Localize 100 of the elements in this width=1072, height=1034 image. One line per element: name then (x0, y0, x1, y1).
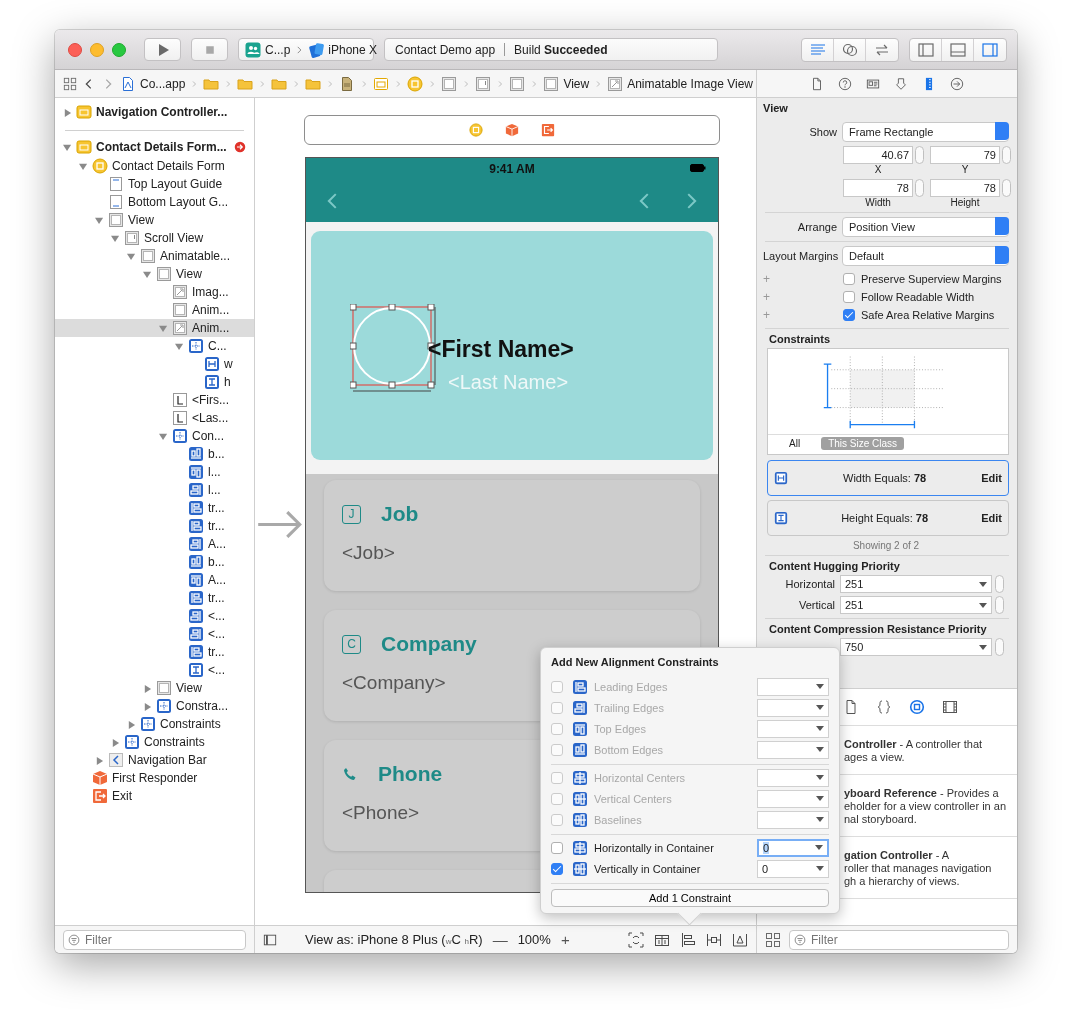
edit-link[interactable]: Edit (981, 472, 1002, 484)
circle-square-tab[interactable] (907, 697, 927, 717)
outline-item[interactable]: Top Layout Guide (55, 175, 254, 193)
offset-field[interactable]: 0 (757, 838, 829, 857)
outline-item[interactable]: <Firs... (55, 391, 254, 409)
run-button[interactable] (144, 38, 181, 61)
pin-icon[interactable] (706, 931, 722, 948)
sidebar-toggle-icon[interactable] (263, 932, 277, 947)
view-controller-icon[interactable] (407, 75, 424, 92)
outline-item[interactable]: Imag... (55, 283, 254, 301)
close-button[interactable] (68, 42, 82, 57)
disclosure-triangle-icon[interactable] (126, 251, 136, 261)
outline-item[interactable]: Navigation Bar (55, 751, 254, 769)
outline-item[interactable]: View (55, 679, 254, 697)
exit-icon[interactable] (541, 123, 555, 137)
breadcrumb[interactable]: Co...app (140, 76, 186, 91)
stepper[interactable] (915, 146, 924, 164)
checkbox[interactable] (843, 291, 855, 303)
outline-item[interactable]: w (55, 355, 254, 373)
outline-item[interactable]: l... (55, 463, 254, 481)
grid-icon[interactable] (765, 931, 781, 948)
zoom-in-button[interactable]: + (560, 931, 570, 948)
frame-field[interactable]: 79 (930, 146, 1000, 164)
filter-field[interactable]: Filter (63, 929, 246, 950)
disclosure-triangle-icon[interactable] (62, 107, 72, 117)
outline-item[interactable]: View (55, 211, 254, 229)
device-selector[interactable]: iPhone X (306, 41, 380, 58)
outline-item[interactable]: <... (55, 607, 254, 625)
outline-item[interactable]: tr... (55, 643, 254, 661)
disclosure-triangle-icon[interactable] (62, 142, 72, 152)
outline-item[interactable]: b... (55, 445, 254, 463)
offset-field[interactable]: 0 (757, 859, 829, 878)
disclosure-triangle-icon[interactable] (78, 161, 88, 171)
outline-item[interactable]: Anim... (55, 319, 254, 337)
view-icon[interactable] (441, 75, 458, 92)
priority-field[interactable]: 251 (840, 575, 992, 593)
constraint-item[interactable]: Height Equals: 78 Edit (767, 500, 1009, 536)
show-dropdown[interactable]: Frame Rectangle (842, 122, 1009, 142)
update-frames-icon[interactable] (628, 931, 644, 948)
outline-item[interactable]: tr... (55, 589, 254, 607)
frame-field[interactable]: 40.67 (843, 146, 913, 164)
disclosure-triangle-icon[interactable] (94, 755, 104, 765)
grid-icon[interactable] (63, 76, 77, 91)
outline-item[interactable]: Constra... (55, 697, 254, 715)
minimize-button[interactable] (90, 42, 104, 57)
project-file-icon[interactable] (120, 75, 136, 92)
disclosure-triangle-icon[interactable] (142, 701, 152, 711)
view-icon[interactable] (509, 75, 526, 92)
scene-icon[interactable] (373, 75, 390, 92)
breadcrumb[interactable]: Animatable Image View (627, 76, 754, 91)
zoom-button[interactable] (112, 42, 126, 57)
error-badge-icon[interactable] (234, 141, 246, 153)
resolve-icon[interactable] (732, 931, 748, 948)
cube-icon[interactable] (505, 123, 519, 137)
stepper[interactable] (995, 638, 1004, 656)
outline-item[interactable]: A... (55, 571, 254, 589)
outline-item[interactable]: C... (55, 337, 254, 355)
outline-item[interactable]: tr... (55, 517, 254, 535)
outline-item[interactable]: Con... (55, 427, 254, 445)
outline-item[interactable]: Contact Details Form... (55, 137, 254, 157)
outline-item[interactable]: Scroll View (55, 229, 254, 247)
outline-item[interactable]: First Responder (55, 769, 254, 787)
scroll-view-icon[interactable] (475, 75, 492, 92)
priority-field[interactable]: 750 (840, 638, 992, 656)
frame-field[interactable]: 78 (843, 179, 913, 197)
outline-item[interactable]: Contact Details Form (55, 157, 254, 175)
priority-field[interactable]: 251 (840, 596, 992, 614)
layout-margins-dropdown[interactable]: Default (842, 246, 1009, 266)
disclosure-triangle-icon[interactable] (142, 683, 152, 693)
disclosure-triangle-icon[interactable] (174, 341, 184, 351)
outline-item[interactable]: Constraints (55, 715, 254, 733)
disclosure-triangle-icon[interactable] (110, 737, 120, 747)
zoom-out-button[interactable]: — (492, 931, 508, 948)
outline-item[interactable]: Exit (55, 787, 254, 805)
checkbox[interactable] (843, 309, 855, 321)
stop-button[interactable] (191, 38, 228, 61)
checkbox[interactable] (551, 862, 563, 875)
outline-item[interactable]: A... (55, 535, 254, 553)
checkbox[interactable] (551, 841, 563, 854)
disclosure-triangle-icon[interactable] (158, 323, 168, 333)
image-view-icon[interactable] (607, 75, 624, 92)
outline-item[interactable]: b... (55, 553, 254, 571)
stepper[interactable] (1002, 146, 1011, 164)
outline-item[interactable]: tr... (55, 499, 254, 517)
add-constraint-button[interactable]: Add 1 Constraint (551, 889, 829, 907)
outline-item[interactable]: <... (55, 661, 254, 679)
size-class-filter[interactable]: All (782, 437, 808, 450)
filter-field[interactable]: Filter (789, 929, 1009, 950)
outline-item[interactable]: Navigation Controller... (55, 102, 254, 122)
disclosure-triangle-icon[interactable] (158, 431, 168, 441)
disclosure-triangle-icon[interactable] (94, 215, 104, 225)
outline-item[interactable]: View (55, 265, 254, 283)
outline-item[interactable]: Anim... (55, 301, 254, 319)
view-controller-icon[interactable] (469, 123, 483, 137)
scheme-selector[interactable]: C...p (243, 41, 293, 58)
stepper[interactable] (995, 575, 1004, 593)
outline-item[interactable]: l... (55, 481, 254, 499)
outline-item[interactable]: <Las... (55, 409, 254, 427)
disclosure-triangle-icon[interactable] (126, 719, 136, 729)
edit-link[interactable]: Edit (981, 512, 1002, 524)
